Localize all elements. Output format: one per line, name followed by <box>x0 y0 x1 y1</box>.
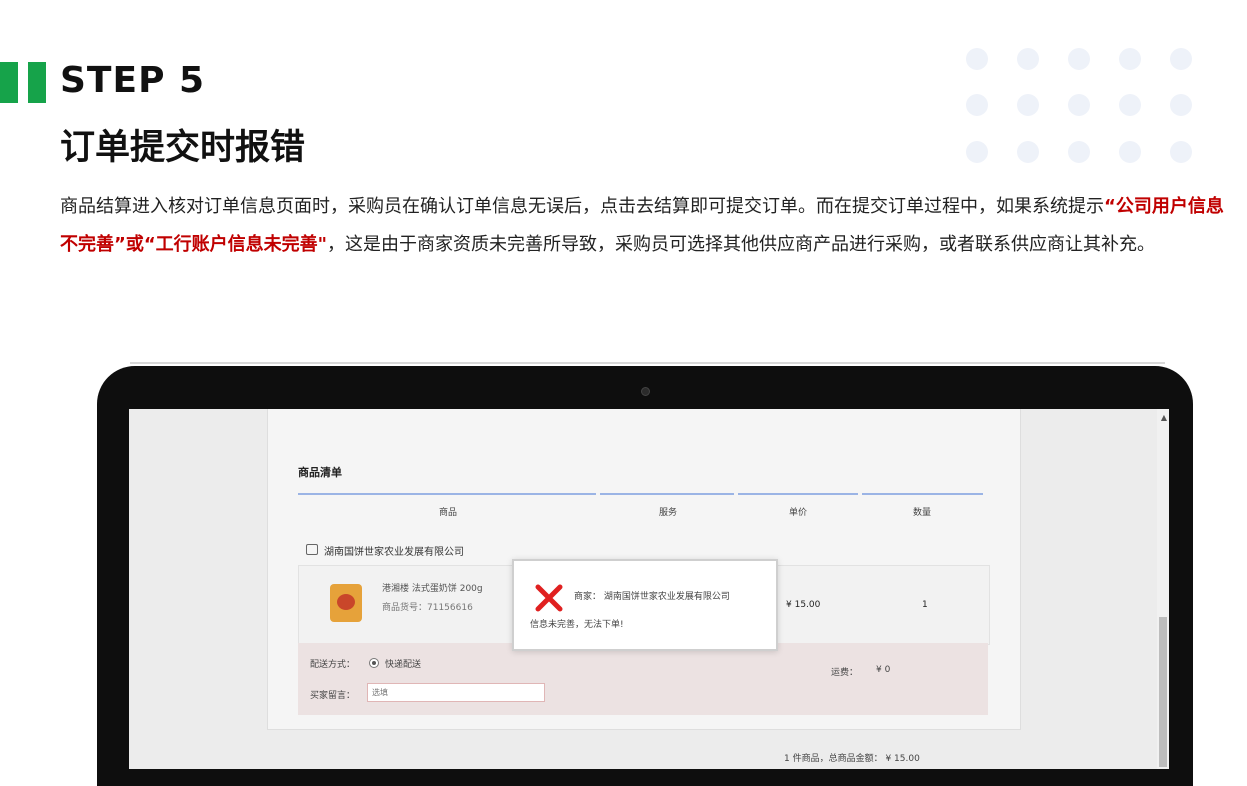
shop-name[interactable]: 湖南国饼世家农业发展有限公司 <box>324 543 464 558</box>
scrollbar[interactable]: ▲ <box>1157 409 1169 769</box>
product-qty: 1 <box>922 600 928 610</box>
product-sku: 商品货号：71156616 <box>382 603 473 613</box>
shipping-label: 配送方式： <box>310 660 356 670</box>
camera-icon <box>641 387 650 396</box>
shipping-fee-label: 运费： <box>831 668 859 678</box>
column-divider <box>738 493 858 495</box>
product-name[interactable]: 港湘楼 法式蛋奶饼 200g <box>382 581 483 594</box>
error-modal: 商家： 湖南国饼世家农业发展有限公司 信息未完善，无法下单! <box>512 559 778 651</box>
modal-error-text: 信息未完善，无法下单! <box>530 620 624 630</box>
modal-merchant-text: 商家： 湖南国饼世家农业发展有限公司 <box>574 592 730 602</box>
store-icon <box>306 544 318 555</box>
column-header-product: 商品 <box>439 508 458 518</box>
step-label: STEP 5 <box>60 60 206 101</box>
close-icon <box>535 584 563 612</box>
product-price: ¥ 15.00 <box>786 600 821 610</box>
laptop-edge <box>130 362 1165 364</box>
description-text: 商品结算进入核对订单信息页面时，采购员在确认订单信息无误后，点击去结算即可提交订… <box>60 196 1104 217</box>
accent-bar <box>0 62 18 103</box>
column-header-service: 服务 <box>659 508 678 518</box>
decorative-dots <box>966 48 1196 166</box>
accent-bar <box>28 62 46 103</box>
shipping-fee: ¥ 0 <box>876 665 891 675</box>
product-image-detail <box>337 594 355 610</box>
page-title: 订单提交时报错 <box>60 128 306 168</box>
shipping-option[interactable]: 快递配送 <box>385 657 421 670</box>
order-summary: 1 件商品，总商品金额： ¥ 15.00 <box>784 754 920 764</box>
scrollbar-thumb[interactable] <box>1159 617 1167 767</box>
note-label: 买家留言： <box>310 691 356 701</box>
scroll-up-icon[interactable]: ▲ <box>1161 413 1167 422</box>
column-header-qty: 数量 <box>913 508 932 518</box>
column-divider <box>600 493 734 495</box>
column-header-price: 单价 <box>789 508 808 518</box>
buyer-note-input[interactable] <box>367 683 545 702</box>
shipping-radio[interactable] <box>369 658 379 668</box>
laptop-screen: 商品清单 商品 服务 单价 数量 湖南国饼世家农业发展有限公司 港湘楼 法式蛋奶… <box>129 409 1169 769</box>
column-divider <box>862 493 983 495</box>
description-text-2: ，这是由于商家资质未完善所导致，采购员可选择其他供应商产品进行采购，或者联系供应… <box>327 234 1156 255</box>
column-divider <box>298 493 596 495</box>
shipping-section <box>298 643 988 715</box>
section-title: 商品清单 <box>298 466 342 479</box>
description: 商品结算进入核对订单信息页面时，采购员在确认订单信息无误后，点击去结算即可提交订… <box>60 188 1230 264</box>
